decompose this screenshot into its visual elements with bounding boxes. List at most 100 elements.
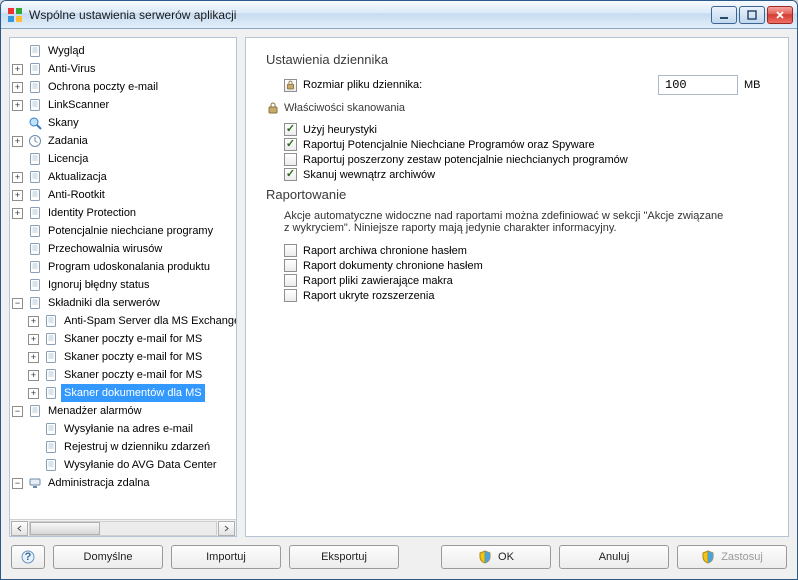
expand-icon[interactable]: +: [12, 190, 23, 201]
report-option-label: Raport dokumenty chronione hasłem: [303, 260, 483, 272]
tree-item[interactable]: +Aktualizacja: [12, 168, 236, 186]
tree-item[interactable]: Wysyłanie na adres e-mail: [28, 420, 236, 438]
tree-horizontal-scrollbar[interactable]: [10, 519, 236, 536]
report-option-label: Raport pliki zawierające makra: [303, 275, 453, 287]
expand-icon[interactable]: +: [28, 316, 39, 327]
tree-item-label: Wygląd: [45, 42, 88, 60]
expand-icon[interactable]: +: [28, 388, 39, 399]
button-bar: ? Domyślne Importuj Eksportuj OK Anuluj …: [9, 543, 789, 571]
tree-item[interactable]: +LinkScanner: [12, 96, 236, 114]
tree-item-label: Składniki dla serwerów: [45, 294, 163, 312]
tree-spacer: [12, 118, 23, 129]
tree-item-label: Anti-Virus: [45, 60, 98, 78]
apply-button[interactable]: Zastosuj: [677, 545, 787, 569]
tree-item[interactable]: Przechowalnia wirusów: [12, 240, 236, 258]
scan-option-checkbox[interactable]: [284, 153, 297, 166]
tree-item-label: Program udoskonalania produktu: [45, 258, 213, 276]
shield-icon: [701, 550, 715, 564]
collapse-icon[interactable]: −: [12, 478, 23, 489]
scan-option-checkbox[interactable]: [284, 168, 297, 181]
page-icon: [43, 439, 59, 455]
log-size-input[interactable]: [658, 75, 738, 95]
tree-item[interactable]: − Składniki dla serwerów: [12, 294, 236, 312]
lock-icon: [266, 101, 280, 115]
page-icon: [43, 349, 59, 365]
cancel-button[interactable]: Anuluj: [559, 545, 669, 569]
scroll-left-button[interactable]: [11, 521, 28, 536]
page-icon: [27, 223, 43, 239]
tree-item[interactable]: +Anti-Spam Server dla MS Exchange: [28, 312, 236, 330]
tree-item[interactable]: Rejestruj w dzienniku zdarzeń: [28, 438, 236, 456]
scroll-right-button[interactable]: [218, 521, 235, 536]
defaults-button[interactable]: Domyślne: [53, 545, 163, 569]
close-button[interactable]: [767, 6, 793, 24]
tree-item[interactable]: + Anti-Virus: [12, 60, 236, 78]
log-size-label: Rozmiar pliku dziennika:: [303, 79, 422, 91]
report-option-checkbox[interactable]: [284, 274, 297, 287]
help-button[interactable]: ?: [11, 545, 45, 569]
tree-item[interactable]: +Skaner dokumentów dla MS: [28, 384, 236, 402]
report-option-checkbox[interactable]: [284, 289, 297, 302]
expand-icon[interactable]: +: [12, 82, 23, 93]
expand-icon[interactable]: +: [12, 64, 23, 75]
export-button[interactable]: Eksportuj: [289, 545, 399, 569]
expand-icon[interactable]: +: [12, 136, 23, 147]
tree-item-label: Menadżer alarmów: [45, 402, 145, 420]
tree-item[interactable]: +Skaner poczty e-mail for MS: [28, 366, 236, 384]
page-icon: [27, 277, 43, 293]
expand-icon[interactable]: +: [12, 100, 23, 111]
tree-item[interactable]: Wysyłanie do AVG Data Center: [28, 456, 236, 474]
tree-item[interactable]: Licencja: [12, 150, 236, 168]
tree-item[interactable]: +Skaner poczty e-mail for MS: [28, 348, 236, 366]
scan-option-row: Skanuj wewnątrz archiwów: [266, 168, 768, 181]
shield-icon: [478, 550, 492, 564]
expand-icon[interactable]: +: [28, 352, 39, 363]
ok-button[interactable]: OK: [441, 545, 551, 569]
scan-option-checkbox[interactable]: [284, 138, 297, 151]
expand-icon[interactable]: +: [28, 334, 39, 345]
tree-item[interactable]: Wygląd: [12, 42, 236, 60]
collapse-icon[interactable]: −: [12, 406, 23, 417]
scroll-thumb[interactable]: [30, 522, 100, 535]
report-option-row: Raport archiwa chronione hasłem: [266, 244, 768, 257]
minimize-button[interactable]: [711, 6, 737, 24]
tree-item-label: Administracja zdalna: [45, 474, 153, 492]
tree-item[interactable]: +Skaner poczty e-mail for MS: [28, 330, 236, 348]
expand-icon[interactable]: +: [28, 370, 39, 381]
page-icon: [27, 241, 43, 257]
tree-item-label: Przechowalnia wirusów: [45, 240, 165, 258]
report-option-checkbox[interactable]: [284, 259, 297, 272]
scan-option-label: Raportuj poszerzony zestaw potencjalnie …: [303, 154, 628, 166]
tree-item-label: Zadania: [45, 132, 91, 150]
report-option-checkbox[interactable]: [284, 244, 297, 257]
tree-item[interactable]: +Anti-Rootkit: [12, 186, 236, 204]
page-icon: [43, 367, 59, 383]
tree-item[interactable]: Potencjalnie niechciane programy: [12, 222, 236, 240]
import-button[interactable]: Importuj: [171, 545, 281, 569]
tree-item[interactable]: +Ochrona poczty e-mail: [12, 78, 236, 96]
expand-icon[interactable]: +: [12, 172, 23, 183]
scan-option-label: Skanuj wewnątrz archiwów: [303, 169, 435, 181]
app-icon: [7, 7, 23, 23]
expand-icon[interactable]: +: [12, 208, 23, 219]
clock-icon: [27, 133, 43, 149]
tree-item[interactable]: Ignoruj błędny status: [12, 276, 236, 294]
page-icon: [43, 457, 59, 473]
page-icon: [43, 385, 59, 401]
log-size-unit: MB: [744, 79, 768, 91]
tree-item-label: Ignoruj błędny status: [45, 276, 153, 294]
tree-item[interactable]: − Menadżer alarmów: [12, 402, 236, 420]
tree-spacer: [12, 262, 23, 273]
tree-spacer: [28, 460, 39, 471]
tree-item[interactable]: Skany: [12, 114, 236, 132]
page-icon: [27, 79, 43, 95]
scan-option-checkbox[interactable]: [284, 123, 297, 136]
titlebar[interactable]: Wspólne ustawienia serwerów aplikacji: [1, 1, 797, 29]
tree-item[interactable]: − Administracja zdalna: [12, 474, 236, 492]
tree-item[interactable]: +Identity Protection: [12, 204, 236, 222]
maximize-button[interactable]: [739, 6, 765, 24]
tree-item[interactable]: Program udoskonalania produktu: [12, 258, 236, 276]
tree-item[interactable]: + Zadania: [12, 132, 236, 150]
settings-tree[interactable]: Wygląd+Anti-Virus+Ochrona poczty e-mail+…: [10, 38, 236, 519]
collapse-icon[interactable]: −: [12, 298, 23, 309]
